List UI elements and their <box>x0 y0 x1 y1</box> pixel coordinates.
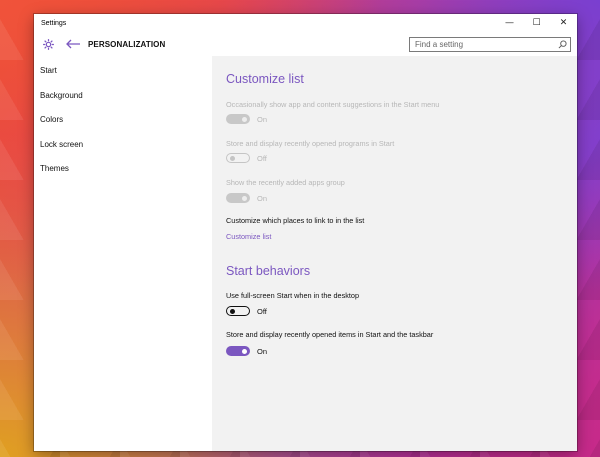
search-box <box>409 37 571 52</box>
recent-items-label: Store and display recently opened items … <box>226 330 434 339</box>
toggle-knob <box>230 308 235 314</box>
recent-apps-toggle-row: On <box>226 193 267 203</box>
sidebar-item-background[interactable]: Background <box>34 84 212 109</box>
toggle-knob <box>242 116 247 122</box>
gear-icon <box>41 37 55 51</box>
recent-items-state: On <box>257 346 268 356</box>
toggle-knob <box>230 156 235 161</box>
recent-items-toggle[interactable] <box>226 346 250 356</box>
search-input[interactable] <box>410 40 555 49</box>
fullscreen-state: Off <box>257 306 267 316</box>
maximize-icon: ☐ <box>532 18 541 28</box>
section-title-start-behaviors: Start behaviors <box>226 264 311 278</box>
back-arrow-icon <box>66 39 80 49</box>
page-title: PERSONALIZATION <box>88 39 166 49</box>
suggestions-label: Occasionally show app and content sugges… <box>226 100 440 109</box>
recent-programs-toggle-row: Off <box>226 153 267 163</box>
sidebar-item-lock-screen[interactable]: Lock screen <box>34 133 212 158</box>
title-bar: Settings — ☐ ✕ <box>34 14 577 32</box>
recent-programs-toggle[interactable] <box>226 153 250 163</box>
fullscreen-toggle[interactable] <box>226 306 250 316</box>
suggestions-toggle-row: On <box>226 114 267 124</box>
places-label: Customize which places to link to in the… <box>226 216 365 225</box>
sidebar-item-colors[interactable]: Colors <box>34 108 212 133</box>
fullscreen-toggle-row: Off <box>226 306 267 316</box>
recent-apps-toggle[interactable] <box>226 193 250 203</box>
back-button[interactable] <box>65 37 83 51</box>
page-header: PERSONALIZATION <box>34 32 577 56</box>
search-icon[interactable] <box>555 40 569 49</box>
section-title-customize-list: Customize list <box>226 72 304 86</box>
recent-apps-state: On <box>257 193 268 203</box>
customize-list-link[interactable]: Customize list <box>226 232 271 241</box>
minimize-button[interactable]: — <box>496 14 523 32</box>
suggestions-state: On <box>257 114 268 124</box>
sidebar: Start Background Colors Lock screen Them… <box>34 56 212 451</box>
sidebar-item-themes[interactable]: Themes <box>34 157 212 182</box>
minimize-icon: — <box>505 18 514 28</box>
recent-apps-label: Show the recently added apps group <box>226 178 345 187</box>
content-pane: Customize list Occasionally show app and… <box>212 56 577 451</box>
close-icon: ✕ <box>559 18 568 28</box>
recent-programs-state: Off <box>257 153 267 163</box>
settings-window: Settings — ☐ ✕ PERSONALIZATION Find a se… <box>34 14 577 451</box>
window-controls: — ☐ ✕ <box>496 14 577 32</box>
suggestions-toggle[interactable] <box>226 114 250 124</box>
window-title: Settings <box>41 19 67 27</box>
recent-programs-label: Store and display recently opened progra… <box>226 139 395 148</box>
fullscreen-label: Use full-screen Start when in the deskto… <box>226 291 360 300</box>
toggle-knob <box>242 195 247 201</box>
sidebar-item-start[interactable]: Start <box>34 59 212 84</box>
maximize-button[interactable]: ☐ <box>523 14 550 32</box>
settings-body: Start Background Colors Lock screen Them… <box>34 56 577 451</box>
toggle-knob <box>242 348 247 354</box>
close-button[interactable]: ✕ <box>550 14 577 32</box>
recent-items-toggle-row: On <box>226 346 267 356</box>
